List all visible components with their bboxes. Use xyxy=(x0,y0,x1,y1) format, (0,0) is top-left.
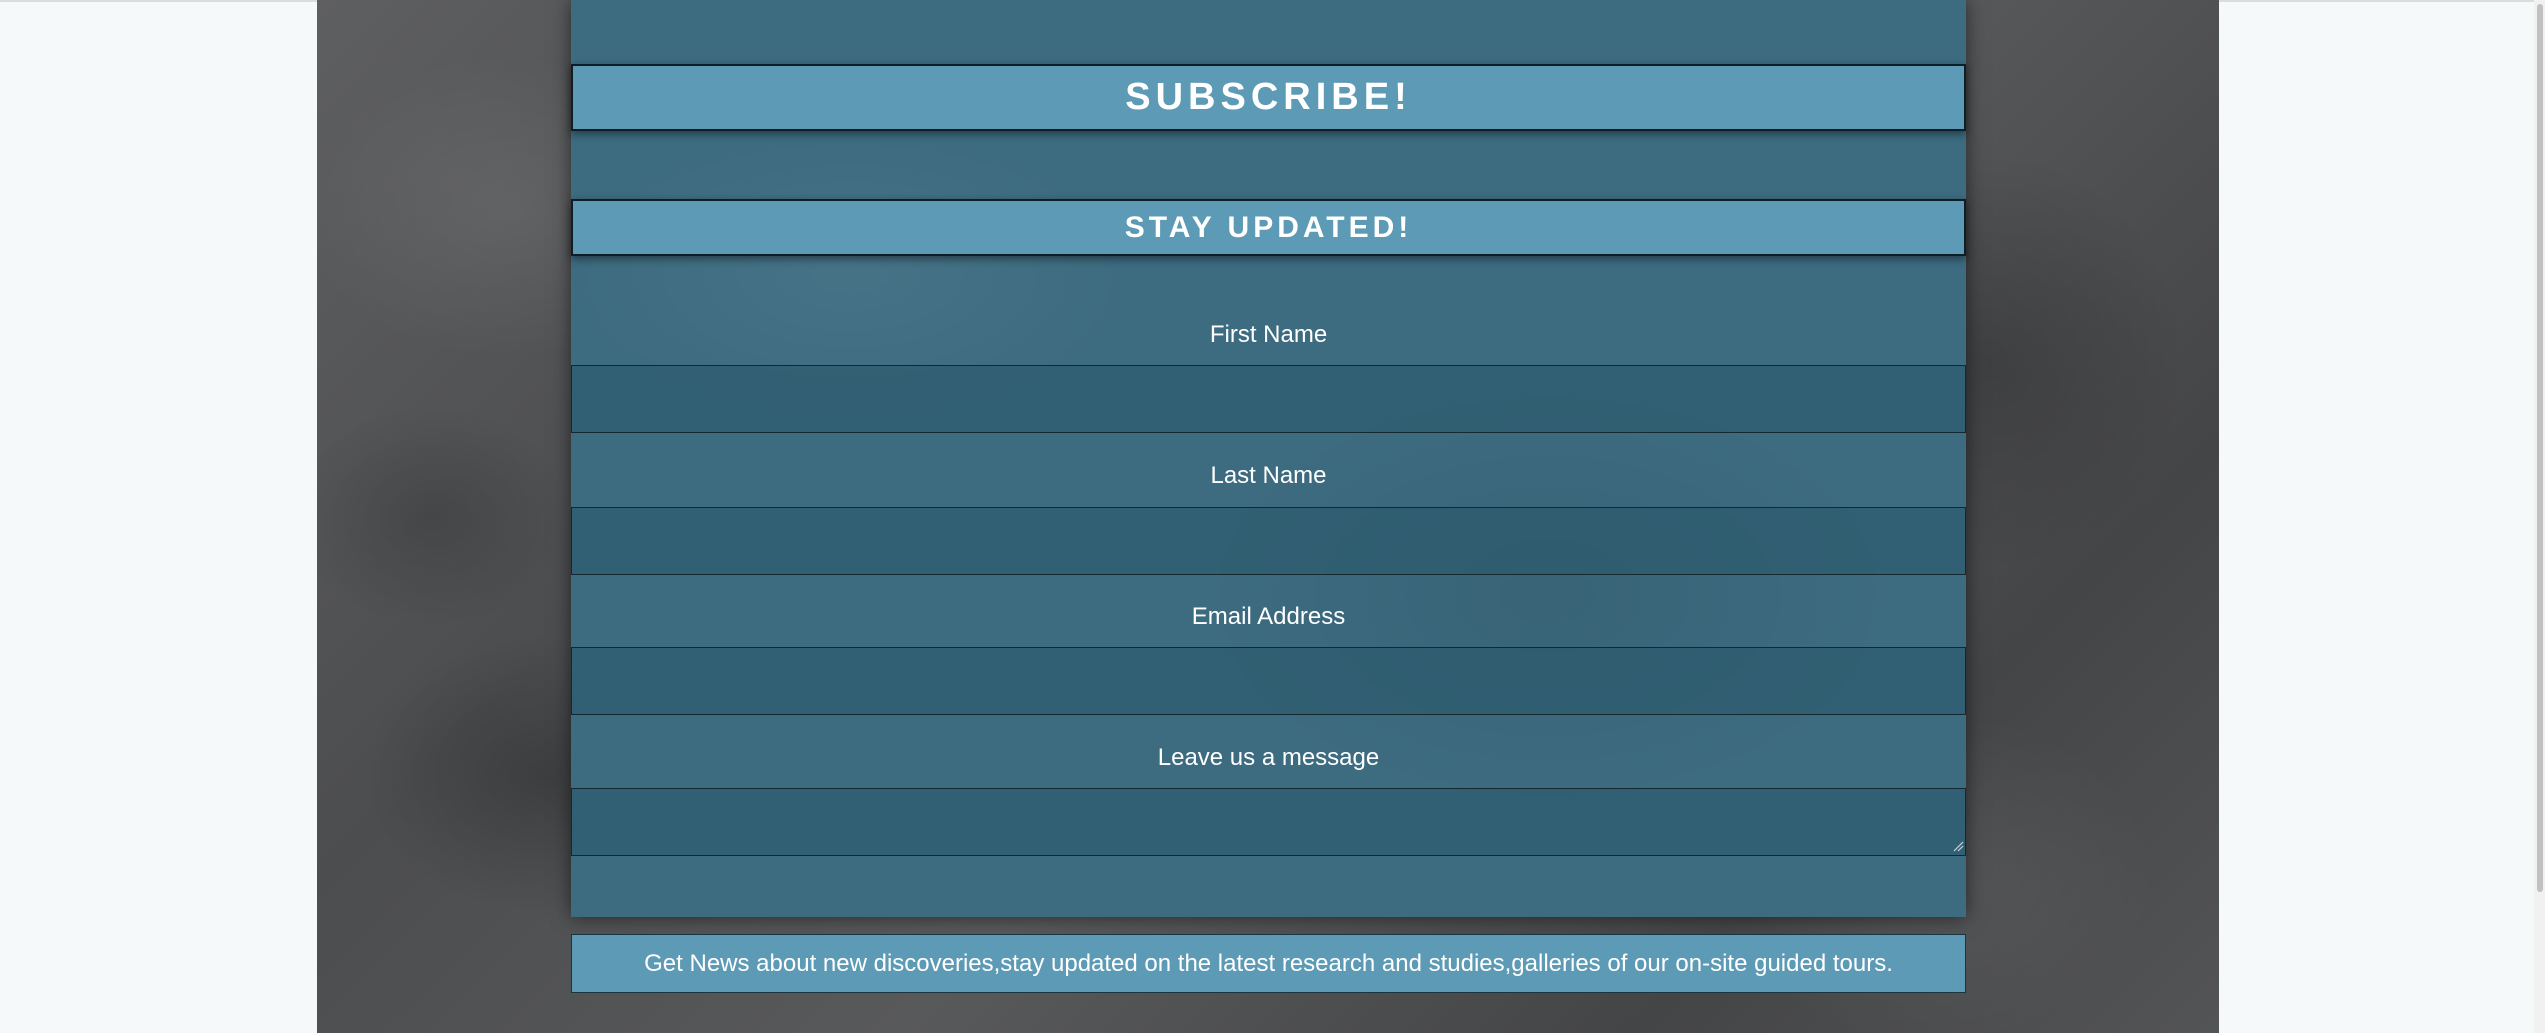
first-name-label: First Name xyxy=(1209,321,1328,348)
stay-updated-heading: STAY UPDATED! xyxy=(571,199,1966,256)
email-field[interactable] xyxy=(571,647,1966,715)
first-name-field[interactable] xyxy=(571,365,1966,433)
email-label: Email Address xyxy=(1191,603,1346,630)
subscribe-heading: SUBSCRIBE! xyxy=(571,64,1966,131)
message-field[interactable] xyxy=(571,788,1966,856)
newsletter-description: Get News about new discoveries,stay upda… xyxy=(571,934,1966,993)
message-label: Leave us a message xyxy=(1157,744,1380,771)
scrollbar-thumb[interactable] xyxy=(2537,4,2543,892)
last-name-label: Last Name xyxy=(1210,462,1327,489)
form-panel xyxy=(571,0,1966,917)
resize-grip-icon[interactable] xyxy=(1952,840,1964,852)
last-name-field[interactable] xyxy=(571,507,1966,575)
